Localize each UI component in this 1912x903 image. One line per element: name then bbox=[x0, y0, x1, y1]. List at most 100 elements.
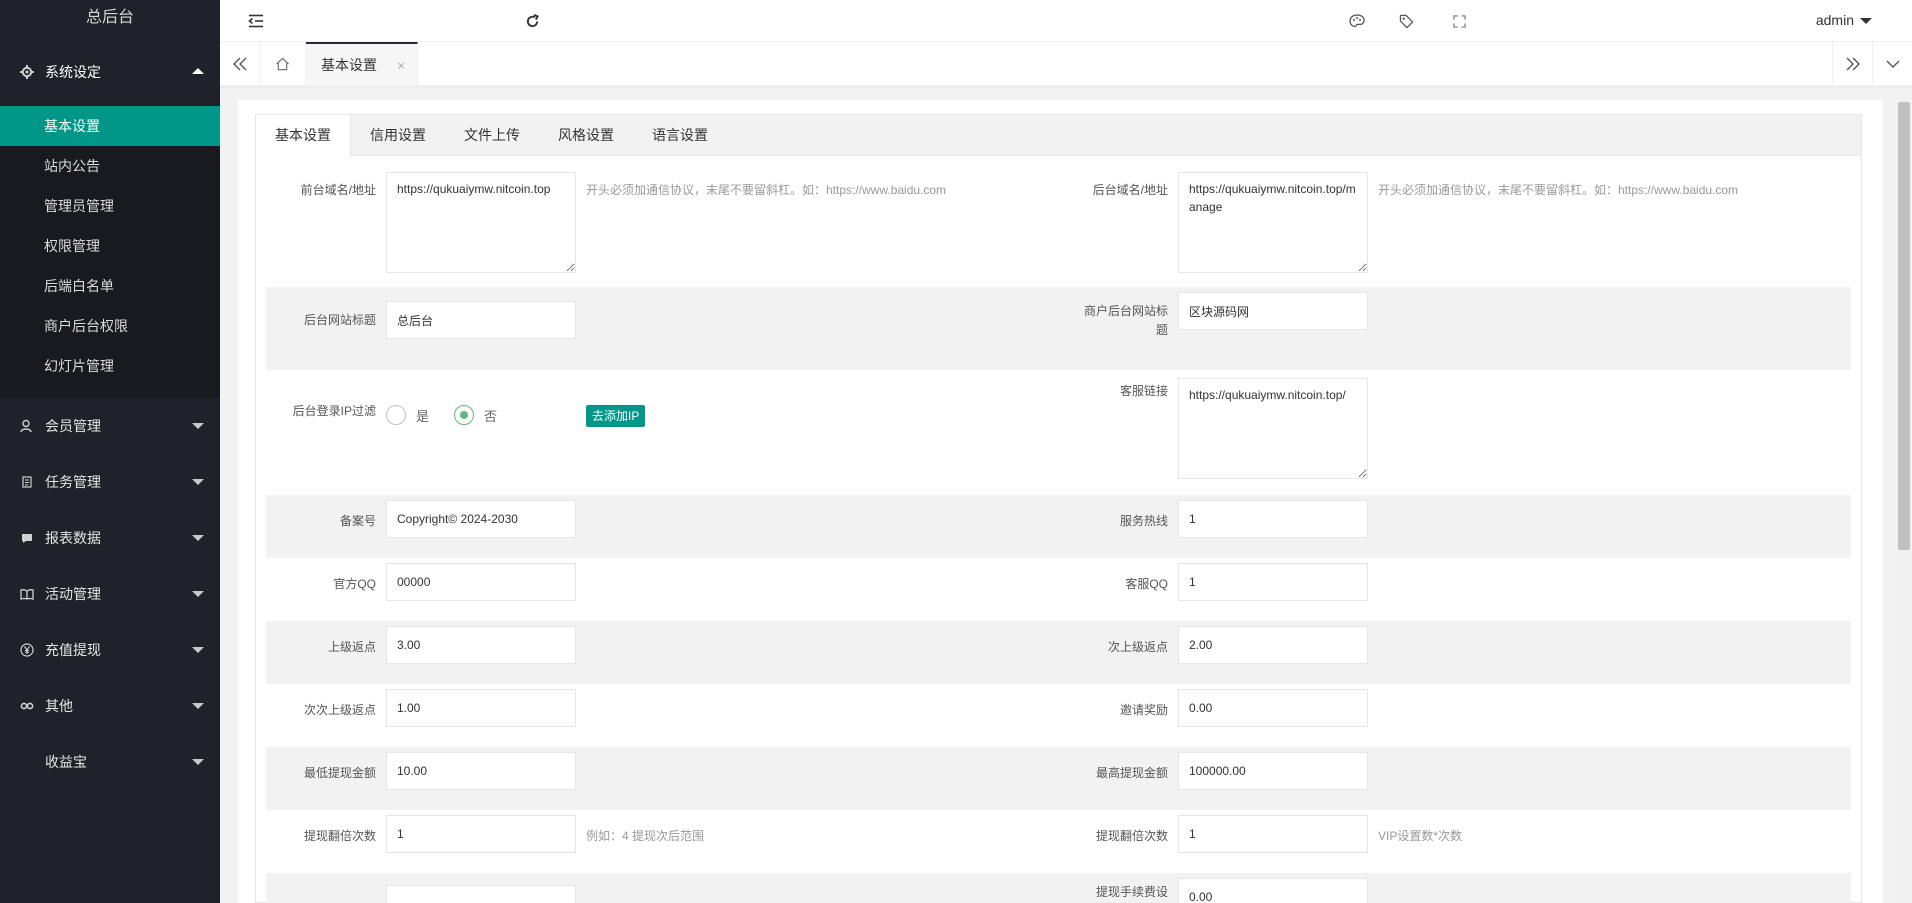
nav-group-reports[interactable]: 报表数据 bbox=[0, 510, 220, 566]
withdraw-times2-input[interactable] bbox=[1178, 815, 1368, 853]
menu-toggle-button[interactable] bbox=[238, 0, 274, 42]
partial-left-input[interactable] bbox=[386, 885, 576, 903]
hotline-label: 服务热线 bbox=[1119, 514, 1168, 528]
nav-group-members[interactable]: 会员管理 bbox=[0, 398, 220, 454]
nav-group-label: 其他 bbox=[45, 698, 73, 714]
nav-group-recharge[interactable]: 充值提现 bbox=[0, 622, 220, 678]
third-rebate-label: 次次上级返点 bbox=[303, 703, 376, 717]
service-qq-input[interactable] bbox=[1178, 563, 1368, 601]
form-row-rebates: 上级返点 次上级返点 bbox=[266, 621, 1851, 684]
book-icon bbox=[20, 587, 34, 601]
form-row-withdraw-times: 提现翻倍次数 例如：4 提现次后范围 提现翻倍次数 VIP设置数*次数 bbox=[266, 810, 1851, 873]
page-scrollbar-thumb[interactable] bbox=[1898, 102, 1910, 550]
caret-down-icon bbox=[192, 423, 204, 429]
withdraw-times2-label: 提现翻倍次数 bbox=[1095, 829, 1168, 843]
ip-filter-yes-radio[interactable]: 是 bbox=[386, 405, 429, 425]
form-row-withdraw-limits: 最低提现金额 最高提现金额 bbox=[266, 747, 1851, 810]
user-name: admin bbox=[1815, 12, 1854, 28]
tab-file-upload[interactable]: 文件上传 bbox=[445, 115, 539, 156]
admin-title-label: 后台网站标题 bbox=[303, 313, 376, 327]
gear-icon bbox=[20, 65, 34, 79]
system-submenu: 基本设置 站内公告 管理员管理 权限管理 后端白名单 商户后台权限 幻灯片管理 bbox=[0, 106, 220, 398]
nav-group-other[interactable]: 其他 bbox=[0, 678, 220, 734]
fee-input[interactable] bbox=[1178, 878, 1368, 903]
official-qq-label: 官方QQ bbox=[333, 577, 376, 591]
nav-group-label: 收益宝 bbox=[45, 754, 87, 770]
tab-language[interactable]: 语言设置 bbox=[633, 115, 727, 156]
sidebar-item-slides[interactable]: 幻灯片管理 bbox=[0, 346, 220, 386]
back-domain-tip: 开头必须加通信协议，末尾不要留斜杠。如：https://www.baidu.co… bbox=[1378, 183, 1739, 197]
close-icon[interactable]: × bbox=[397, 58, 405, 73]
ip-filter-no-radio[interactable]: 否 bbox=[454, 405, 497, 425]
icp-input[interactable] bbox=[386, 500, 576, 538]
caret-down-icon bbox=[192, 647, 204, 653]
fullscreen-button[interactable] bbox=[1441, 0, 1477, 42]
tab-basic-settings[interactable]: 基本设置 × bbox=[306, 42, 418, 86]
second-rebate-input[interactable] bbox=[1178, 626, 1368, 664]
merchant-title-input[interactable] bbox=[1178, 292, 1368, 330]
double-chevron-left-icon bbox=[232, 57, 246, 71]
withdraw-times2-tip: VIP设置数*次数 bbox=[1378, 829, 1463, 843]
sidebar-item-whitelist[interactable]: 后端白名单 bbox=[0, 266, 220, 306]
sidebar-item-basic-settings[interactable]: 基本设置 bbox=[0, 106, 220, 146]
max-withdraw-label: 最高提现金额 bbox=[1095, 766, 1168, 780]
nav-group-activities[interactable]: 活动管理 bbox=[0, 566, 220, 622]
withdraw-times-label: 提现翻倍次数 bbox=[303, 829, 376, 843]
nav-group-label: 充值提现 bbox=[45, 642, 101, 658]
sidebar-item-announcements[interactable]: 站内公告 bbox=[0, 146, 220, 186]
form-row-qq: 官方QQ 客服QQ bbox=[266, 558, 1851, 621]
front-domain-input[interactable]: https://qukuaiymw.nitcoin.top bbox=[386, 172, 576, 273]
blank-icon bbox=[20, 755, 34, 769]
admin-title-input[interactable] bbox=[386, 301, 576, 339]
service-qq-label: 客服QQ bbox=[1125, 577, 1168, 591]
form-row-partial: 提现手续费设 bbox=[266, 873, 1851, 903]
invite-reward-label: 邀请奖励 bbox=[1119, 703, 1168, 717]
sidebar-item-merchant-permissions[interactable]: 商户后台权限 bbox=[0, 306, 220, 346]
refresh-button[interactable] bbox=[514, 0, 550, 42]
settings-card: 基本设置 信用设置 文件上传 风格设置 语言设置 前台域名/地址 https:/… bbox=[255, 114, 1862, 903]
third-rebate-input[interactable] bbox=[386, 689, 576, 727]
form-row-icp: 备案号 服务热线 bbox=[266, 495, 1851, 558]
tab-style[interactable]: 风格设置 bbox=[539, 115, 633, 156]
front-domain-tip: 开头必须加通信协议，末尾不要留斜杠。如：https://www.baidu.co… bbox=[586, 183, 947, 197]
theme-button[interactable] bbox=[1339, 0, 1375, 42]
front-domain-label: 前台域名/地址 bbox=[300, 183, 376, 197]
min-withdraw-input[interactable] bbox=[386, 752, 576, 790]
link-icon bbox=[20, 699, 34, 713]
back-domain-input[interactable]: https://qukuaiymw.nitcoin.top/manage bbox=[1178, 172, 1368, 273]
upper-rebate-label: 上级返点 bbox=[327, 640, 376, 654]
sidebar-item-admins[interactable]: 管理员管理 bbox=[0, 186, 220, 226]
invite-reward-input[interactable] bbox=[1178, 689, 1368, 727]
scroll-tabs-right-button[interactable] bbox=[1832, 42, 1872, 86]
nav-group-yield[interactable]: 收益宝 bbox=[0, 734, 220, 790]
nav-group-tasks[interactable]: 任务管理 bbox=[0, 454, 220, 510]
sidebar-item-permissions[interactable]: 权限管理 bbox=[0, 226, 220, 266]
max-withdraw-input[interactable] bbox=[1178, 752, 1368, 790]
nav-group-system[interactable]: 系统设定 bbox=[0, 38, 220, 106]
form-row-titles: 后台网站标题 商户后台网站标题 bbox=[266, 287, 1851, 370]
tab-basic[interactable]: 基本设置 bbox=[256, 115, 351, 157]
radio-circle bbox=[386, 405, 406, 425]
hotline-input[interactable] bbox=[1178, 500, 1368, 538]
chat-icon bbox=[20, 531, 34, 545]
user-icon bbox=[20, 419, 34, 433]
caret-down-icon bbox=[1860, 18, 1872, 25]
home-tab-button[interactable] bbox=[260, 42, 306, 86]
home-icon bbox=[276, 57, 289, 71]
fullscreen-icon bbox=[1452, 14, 1466, 28]
withdraw-times-input[interactable] bbox=[386, 815, 576, 853]
scroll-tabs-left-button[interactable] bbox=[220, 42, 260, 86]
upper-rebate-input[interactable] bbox=[386, 626, 576, 664]
tab-credit[interactable]: 信用设置 bbox=[351, 115, 445, 156]
refresh-icon bbox=[526, 13, 539, 27]
add-ip-button[interactable]: 去添加IP bbox=[586, 405, 646, 427]
tab-options-button[interactable] bbox=[1872, 42, 1912, 86]
tag-icon bbox=[1399, 14, 1413, 28]
user-menu[interactable]: admin bbox=[1816, 0, 1872, 40]
caret-down-icon bbox=[192, 535, 204, 541]
official-qq-input[interactable] bbox=[386, 563, 576, 601]
tag-button[interactable] bbox=[1388, 0, 1424, 42]
form-row-ip-filter: 后台登录IP过滤 是 否 去添加IP 客服链接 https://qukuaiym… bbox=[266, 370, 1851, 495]
service-link-input[interactable]: https://qukuaiymw.nitcoin.top/ bbox=[1178, 378, 1368, 479]
form-row-third-rebate: 次次上级返点 邀请奖励 bbox=[266, 684, 1851, 747]
